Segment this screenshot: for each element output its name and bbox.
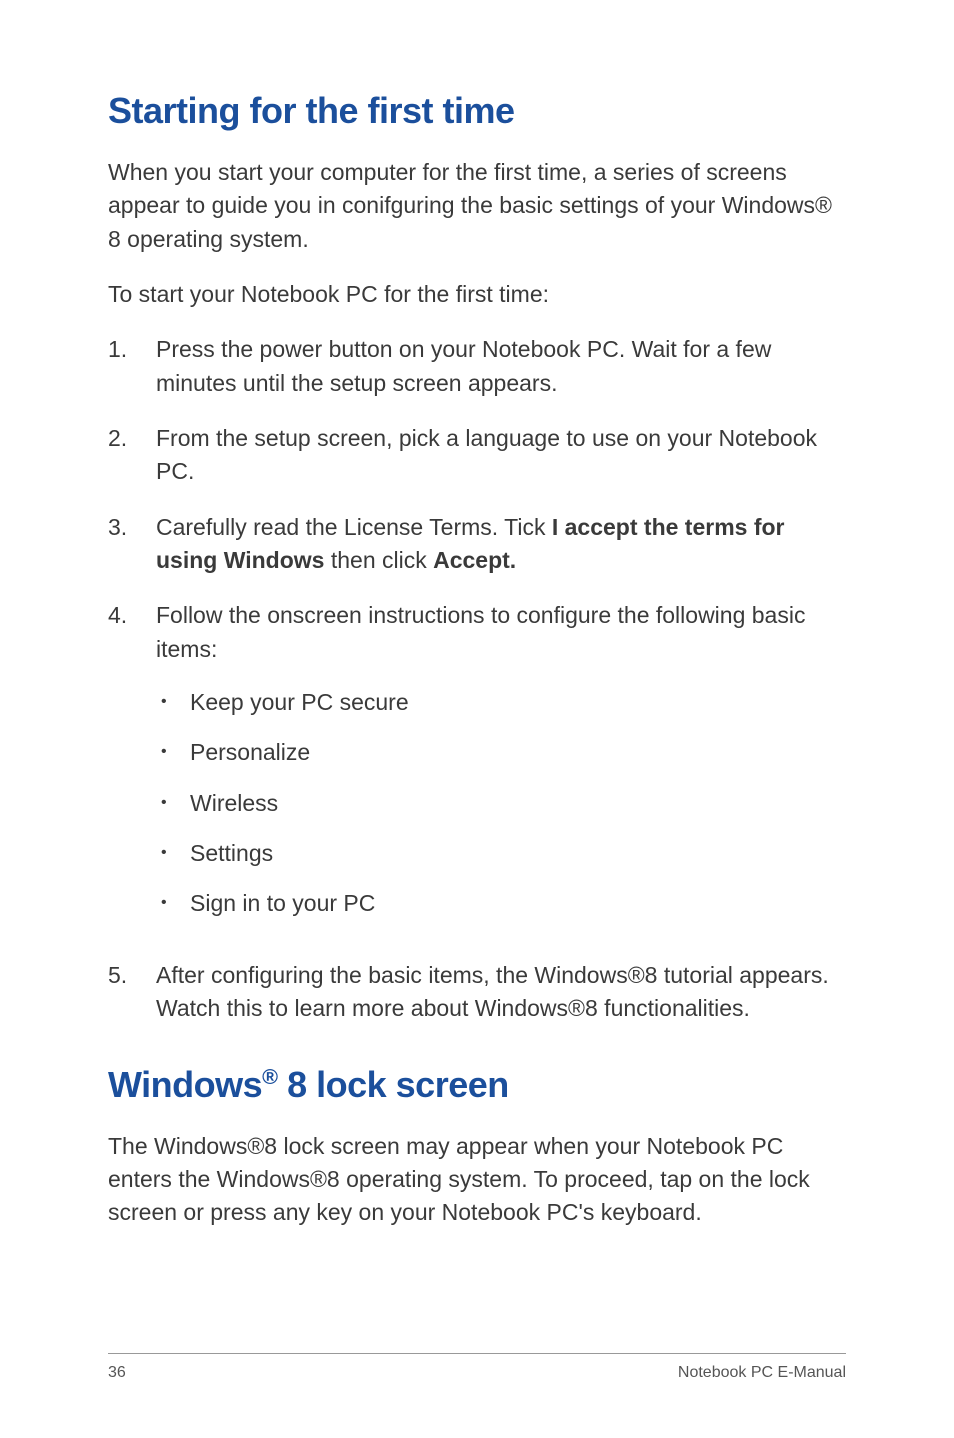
- heading2-sup: ®: [262, 1064, 277, 1089]
- bullet-marker: •: [156, 887, 190, 919]
- bullet-list: • Keep your PC secure • Personalize • Wi…: [156, 686, 846, 919]
- step-text: Carefully read the License Terms. Tick I…: [156, 511, 846, 578]
- bullet-text: Wireless: [190, 787, 278, 819]
- bullet-text: Sign in to your PC: [190, 887, 375, 919]
- bullet-item: • Wireless: [156, 787, 846, 819]
- step-2: 2. From the setup screen, pick a languag…: [108, 422, 846, 489]
- document-title: Notebook PC E-Manual: [678, 1364, 846, 1382]
- bullet-text: Settings: [190, 837, 273, 869]
- step-4: 4. Follow the onscreen instructions to c…: [108, 599, 846, 937]
- step-3-bold2: Accept.: [433, 547, 516, 573]
- heading-starting: Starting for the first time: [108, 90, 846, 132]
- step-text: Follow the onscreen instructions to conf…: [156, 599, 846, 937]
- step-text: Press the power button on your Notebook …: [156, 333, 846, 400]
- page-number: 36: [108, 1364, 126, 1382]
- bullet-text: Personalize: [190, 736, 310, 768]
- step-number: 4.: [108, 599, 156, 937]
- step-1: 1. Press the power button on your Notebo…: [108, 333, 846, 400]
- bullet-item: • Personalize: [156, 736, 846, 768]
- intro-paragraph-2: To start your Notebook PC for the first …: [108, 278, 846, 311]
- intro-paragraph-1: When you start your computer for the fir…: [108, 156, 846, 256]
- step-text: After configuring the basic items, the W…: [156, 959, 846, 1026]
- step-3-prefix: Carefully read the License Terms. Tick: [156, 514, 552, 540]
- heading2-post: 8 lock screen: [278, 1064, 509, 1105]
- step-3: 3. Carefully read the License Terms. Tic…: [108, 511, 846, 578]
- step-4-text: Follow the onscreen instructions to conf…: [156, 602, 805, 661]
- bullet-item: • Sign in to your PC: [156, 887, 846, 919]
- heading-lock-screen: Windows® 8 lock screen: [108, 1064, 846, 1106]
- step-text: From the setup screen, pick a language t…: [156, 422, 846, 489]
- lock-screen-paragraph: The Windows®8 lock screen may appear whe…: [108, 1130, 846, 1230]
- step-number: 5.: [108, 959, 156, 1026]
- step-5: 5. After configuring the basic items, th…: [108, 959, 846, 1026]
- bullet-text: Keep your PC secure: [190, 686, 409, 718]
- step-number: 3.: [108, 511, 156, 578]
- bullet-item: • Settings: [156, 837, 846, 869]
- bullet-marker: •: [156, 787, 190, 819]
- heading2-pre: Windows: [108, 1064, 262, 1105]
- page-footer: 36 Notebook PC E-Manual: [108, 1353, 846, 1382]
- bullet-marker: •: [156, 686, 190, 718]
- step-3-mid: then click: [324, 547, 433, 573]
- step-number: 2.: [108, 422, 156, 489]
- step-number: 1.: [108, 333, 156, 400]
- steps-list: 1. Press the power button on your Notebo…: [108, 333, 846, 1025]
- bullet-item: • Keep your PC secure: [156, 686, 846, 718]
- bullet-marker: •: [156, 837, 190, 869]
- bullet-marker: •: [156, 736, 190, 768]
